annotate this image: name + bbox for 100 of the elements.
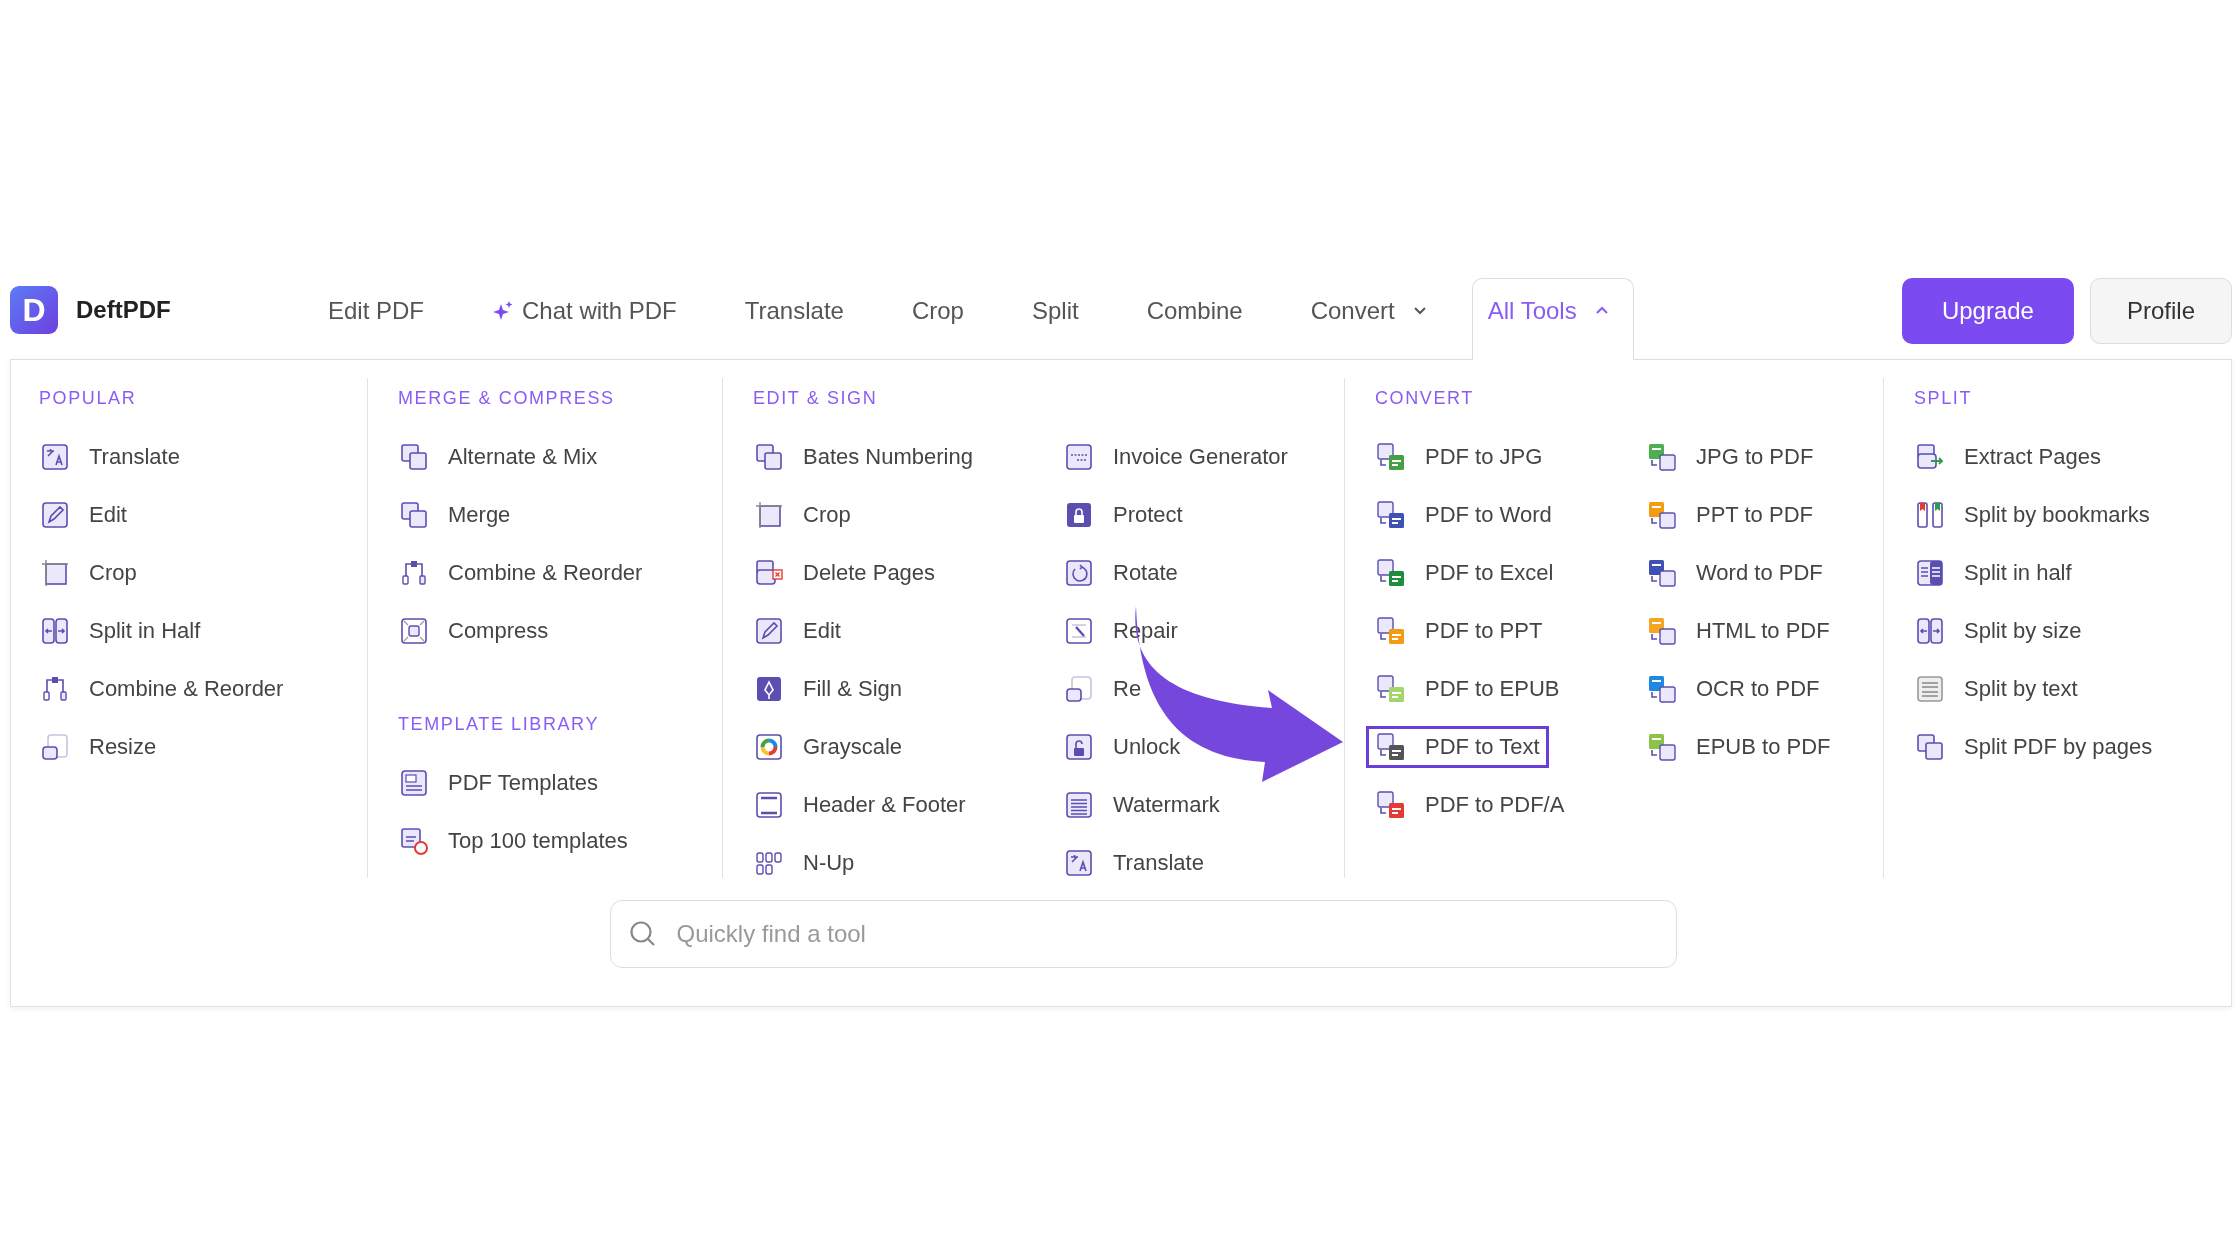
tool-link[interactable]: Crop (753, 486, 851, 544)
tool-link[interactable]: Translate (1063, 834, 1204, 892)
nav-tab[interactable]: Convert (1276, 278, 1463, 342)
file-convert-icon (1646, 673, 1678, 705)
nav-tab[interactable]: Crop (877, 278, 998, 342)
tool-link[interactable]: Compress (398, 602, 549, 660)
file-convert-icon (1646, 557, 1678, 589)
crop-icon (753, 499, 785, 531)
tool-link[interactable]: Alternate & Mix (398, 428, 598, 486)
header-footer-icon (753, 789, 785, 821)
tool-link[interactable]: Split by text (1914, 660, 2078, 718)
tool-link[interactable]: Resize (39, 718, 157, 776)
nav-tab[interactable]: Edit PDF (294, 278, 459, 342)
unlock-icon (1063, 731, 1095, 763)
file-convert-icon (1646, 499, 1678, 531)
resize-icon (1063, 673, 1095, 705)
tool-link[interactable]: Fill & Sign (753, 660, 903, 718)
pencil-icon (753, 615, 785, 647)
tool-link[interactable]: Word to PDF (1646, 544, 1823, 602)
tool-link[interactable]: PDF to EPUB (1375, 660, 1560, 718)
tool-link[interactable]: Bates Numbering (753, 428, 973, 486)
tool-link[interactable]: PDF Templates (398, 754, 598, 812)
tool-link[interactable]: Split in Half (39, 602, 201, 660)
tool-link[interactable]: PDF to PPT (1375, 602, 1543, 660)
certificate-icon (398, 825, 430, 857)
split-icon (39, 615, 71, 647)
search-field[interactable]: Quickly find a tool (609, 900, 1677, 968)
translate-icon (1063, 847, 1095, 879)
section-heading: SPLIT (1914, 387, 1974, 410)
tool-link[interactable]: PDF to Text (1366, 726, 1549, 768)
compress-icon (398, 615, 430, 647)
tool-link[interactable]: PDF to PDF/A (1375, 776, 1565, 834)
nav-tab[interactable]: Chat with PDF (458, 278, 711, 342)
tool-link[interactable]: Edit (39, 486, 127, 544)
color-wheel-icon (753, 731, 785, 763)
bookmark-icon (1914, 499, 1946, 531)
translate-icon (39, 441, 71, 473)
tool-link[interactable]: Invoice Generator (1063, 428, 1288, 486)
tool-link[interactable]: Header & Footer (753, 776, 966, 834)
tool-link[interactable]: Combine & Reorder (398, 544, 643, 602)
tool-link[interactable]: Combine & Reorder (39, 660, 284, 718)
file-convert-icon (1375, 557, 1407, 589)
pages-icon (398, 499, 430, 531)
resize-icon (39, 731, 71, 763)
tool-link[interactable]: Top 100 templates (398, 812, 628, 870)
file-convert-icon (1375, 615, 1407, 647)
tool-link[interactable]: Split in half (1914, 544, 2072, 602)
tool-link[interactable]: PDF to JPG (1375, 428, 1543, 486)
split-icon (1914, 615, 1946, 647)
file-convert-icon (1646, 615, 1678, 647)
tool-link[interactable]: Crop (39, 544, 137, 602)
tool-link[interactable]: Edit (753, 602, 841, 660)
tool-link[interactable]: PDF to Word (1375, 486, 1552, 544)
document-lines-icon (1063, 789, 1095, 821)
tool-link[interactable]: PPT to PDF (1646, 486, 1813, 544)
document-icon (1063, 441, 1095, 473)
tool-link[interactable]: Extract Pages (1914, 428, 2101, 486)
split-half-icon (1914, 557, 1946, 589)
file-convert-icon (1646, 441, 1678, 473)
sparkle-icon (492, 299, 515, 322)
upgrade-button[interactable]: Upgrade (1901, 278, 2074, 344)
section-heading: TEMPLATE LIBRARY (398, 713, 600, 736)
tool-link[interactable]: Protect (1063, 486, 1183, 544)
document-lines-icon (1914, 673, 1946, 705)
tool-link[interactable]: EPUB to PDF (1646, 718, 1831, 776)
file-convert-icon (1375, 499, 1407, 531)
tool-link[interactable]: Re (1063, 660, 1142, 718)
tool-link[interactable]: Merge (398, 486, 511, 544)
tool-link[interactable]: JPG to PDF (1646, 428, 1814, 486)
tool-link[interactable]: Split by bookmarks (1914, 486, 2150, 544)
tool-link[interactable]: Delete Pages (753, 544, 936, 602)
tool-link[interactable]: Translate (39, 428, 180, 486)
nav-tab[interactable]: Translate (710, 278, 878, 342)
tool-link[interactable]: OCR to PDF (1646, 660, 1820, 718)
nav-tab[interactable]: Combine (1112, 278, 1277, 342)
tool-link[interactable]: Split PDF by pages (1914, 718, 2153, 776)
tool-link[interactable]: PDF to Excel (1375, 544, 1554, 602)
tool-link[interactable]: Unlock (1063, 718, 1181, 776)
file-convert-icon (1375, 673, 1407, 705)
file-convert-icon (1375, 789, 1407, 821)
file-convert-icon (1375, 731, 1407, 763)
logo-icon[interactable]: D (10, 286, 58, 334)
section-heading: EDIT & SIGN (753, 387, 879, 410)
file-convert-icon (1375, 441, 1407, 473)
file-convert-icon (1646, 731, 1678, 763)
tool-link[interactable]: Grayscale (753, 718, 903, 776)
nav-tab[interactable]: All Tools (1471, 278, 1634, 360)
tool-link[interactable]: HTML to PDF (1646, 602, 1830, 660)
tool-link[interactable]: Split by size (1914, 602, 2082, 660)
tool-link[interactable]: N-Up (753, 834, 855, 892)
template-icon (398, 767, 430, 799)
pages-icon (398, 441, 430, 473)
nav-tab[interactable]: Split (997, 278, 1113, 342)
section-heading: POPULAR (39, 387, 138, 410)
tool-link[interactable]: Watermark (1063, 776, 1220, 834)
profile-button[interactable]: Profile (2089, 278, 2232, 344)
tool-link[interactable]: Rotate (1063, 544, 1178, 602)
crop-icon (39, 557, 71, 589)
pencil-icon (39, 499, 71, 531)
section-heading: MERGE & COMPRESS (398, 387, 616, 410)
